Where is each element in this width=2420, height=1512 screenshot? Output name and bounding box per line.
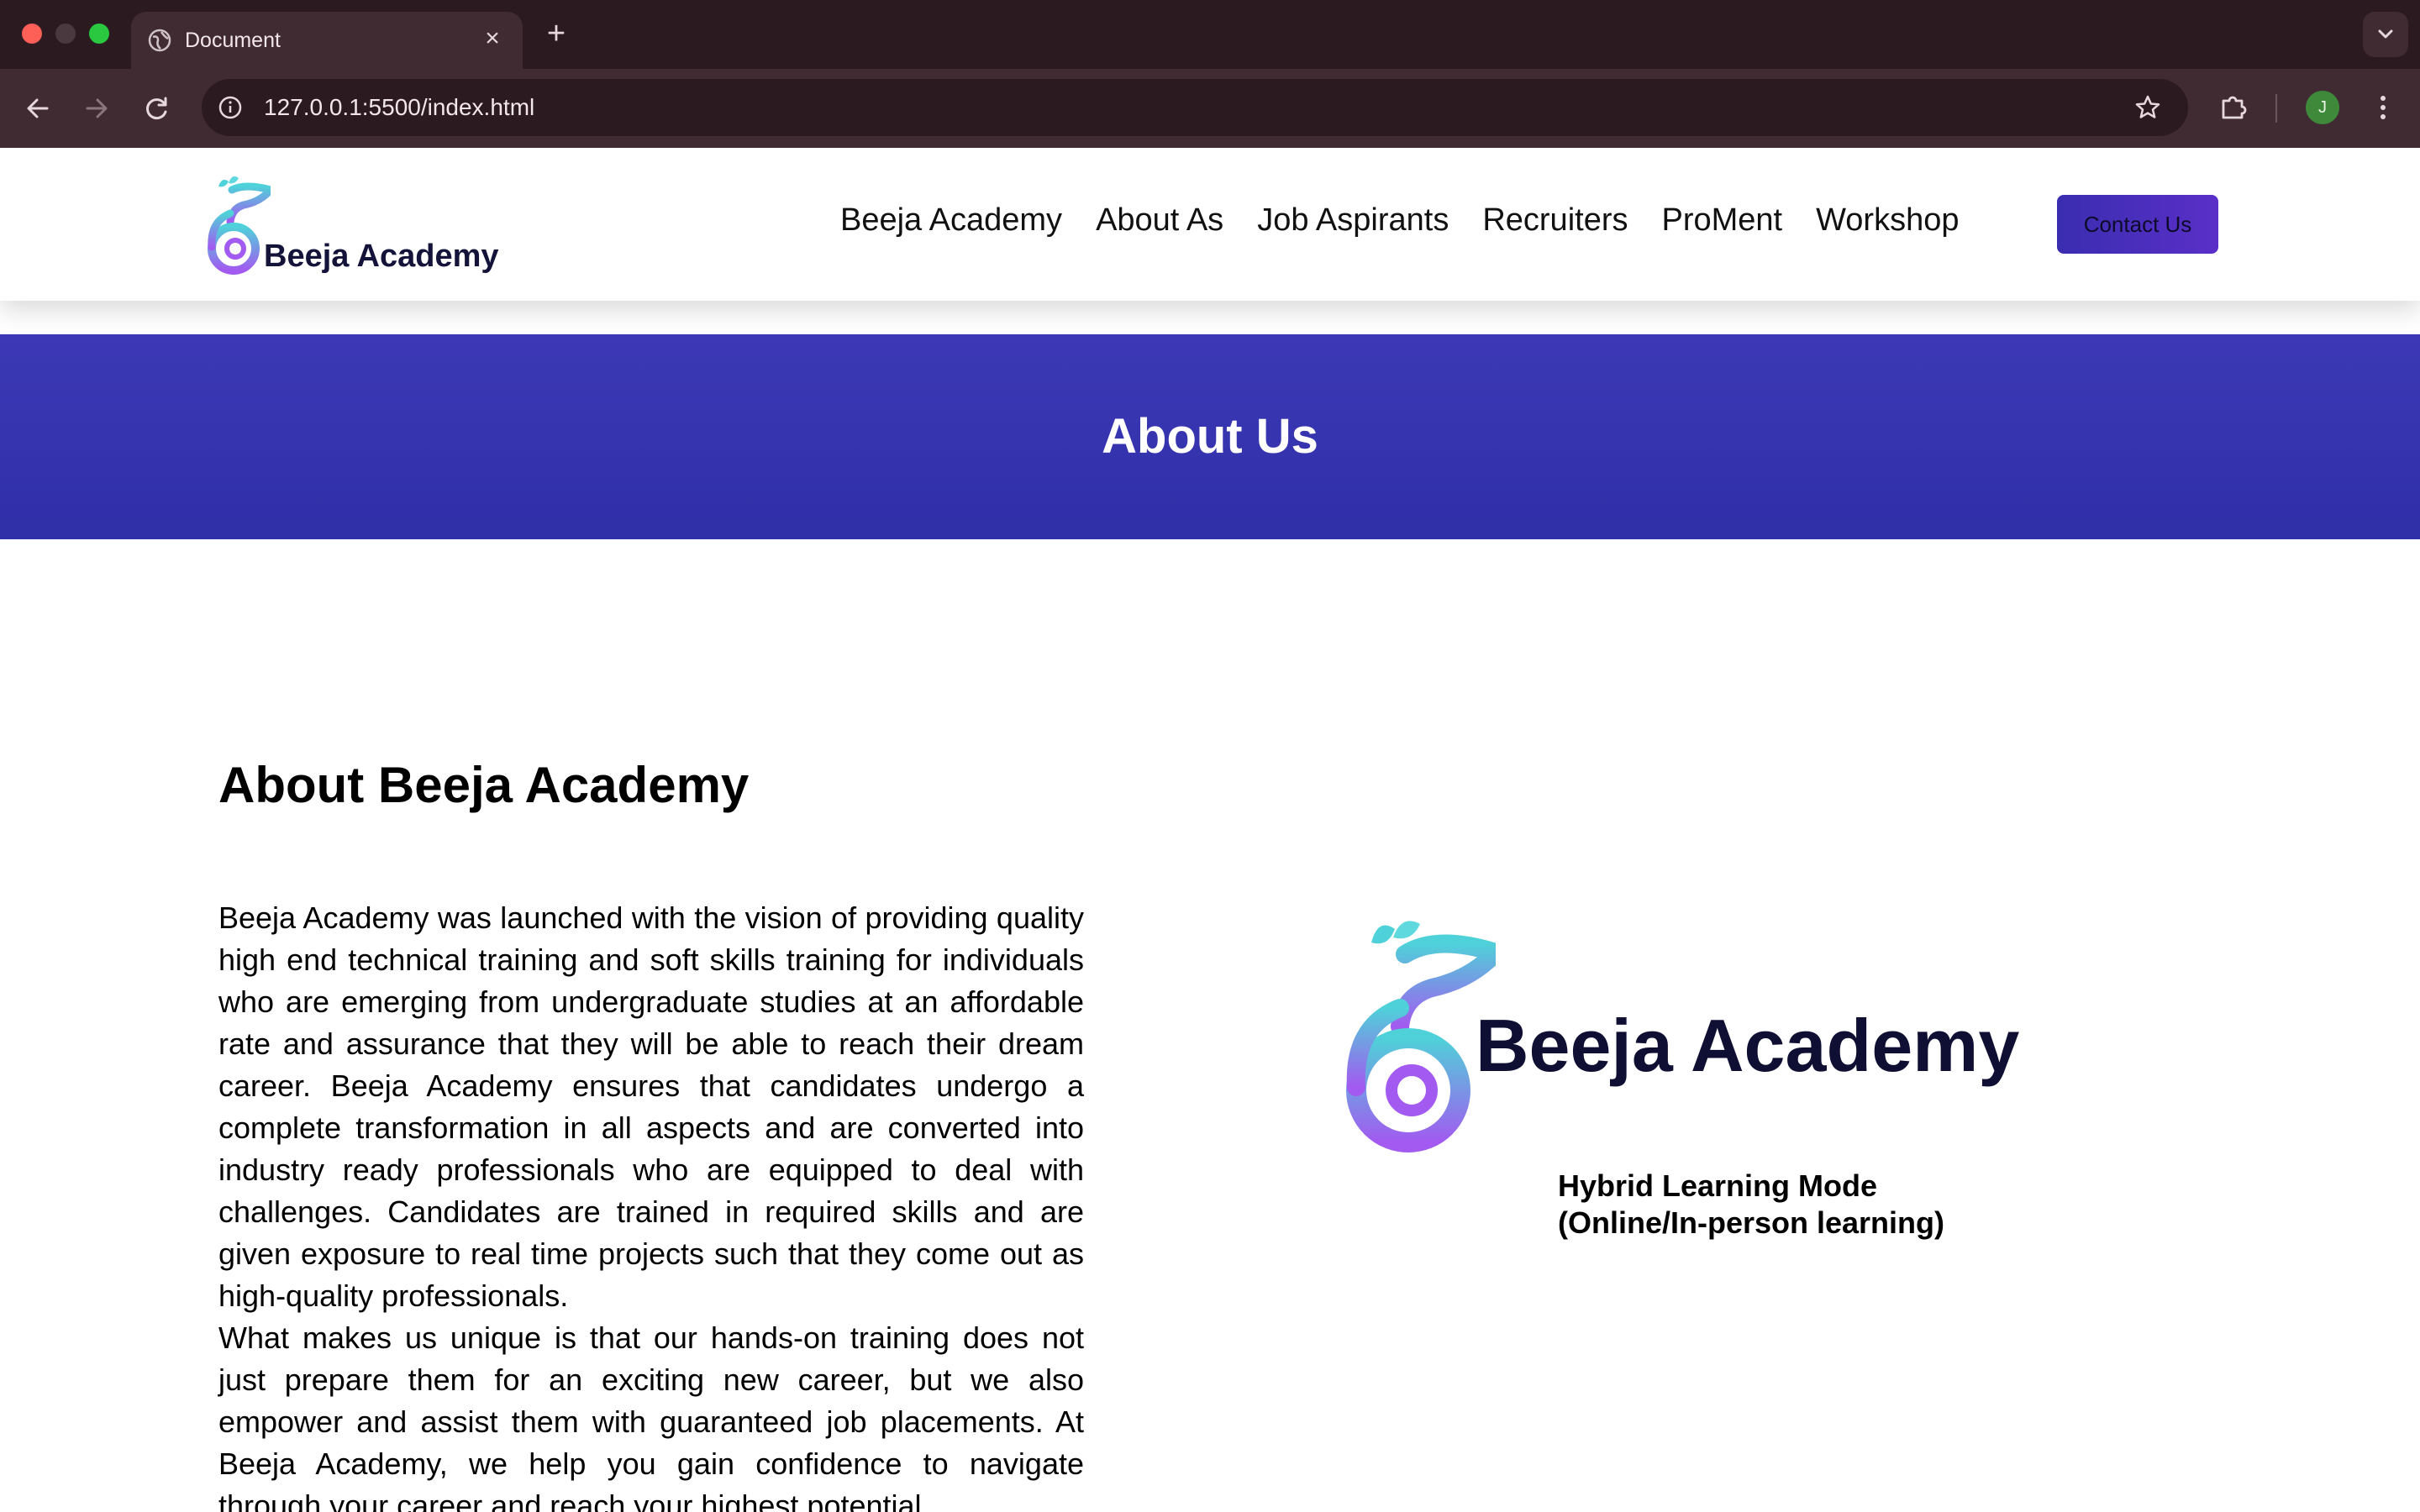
brand-logo-link[interactable]: Beeja Academy (207, 171, 509, 279)
academy-logo-large: Beeja Academy (1344, 909, 2067, 1161)
reload-icon[interactable] (136, 87, 178, 129)
browser-toolbar: 127.0.0.1:5500/index.html J (0, 69, 2420, 148)
hero-title: About Us (1102, 409, 1318, 464)
toolbar-divider (2275, 94, 2277, 123)
address-bar[interactable]: 127.0.0.1:5500/index.html (202, 79, 2188, 136)
nav-link-job-aspirants[interactable]: Job Aspirants (1257, 202, 1449, 239)
web-page: Beeja Academy Beeja Academy About As Job… (0, 148, 2420, 1512)
nav-link-recruiters[interactable]: Recruiters (1482, 202, 1628, 239)
site-header: Beeja Academy Beeja Academy About As Job… (0, 148, 2420, 301)
forward-arrow-icon[interactable] (76, 87, 118, 129)
academy-logo-name: Beeja Academy (1476, 1004, 2020, 1087)
url-text[interactable]: 127.0.0.1:5500/index.html (264, 94, 534, 121)
about-paragraph-2: What makes us unique is that our hands-o… (218, 1320, 1084, 1512)
more-menu-icon[interactable] (2368, 89, 2398, 126)
learning-mode-line-1: Hybrid Learning Mode (1558, 1168, 1878, 1203)
about-heading: About Beeja Academy (218, 757, 750, 813)
back-arrow-icon[interactable] (17, 87, 59, 129)
about-paragraph-1: Beeja Academy was launched with the visi… (218, 900, 1084, 1313)
profile-avatar[interactable]: J (2306, 91, 2339, 124)
brand-name: Beeja Academy (264, 239, 499, 274)
learning-mode-line-2: (Online/In-person learning) (1558, 1205, 1945, 1240)
browser-tab-bar: Document × + (0, 0, 2420, 69)
close-window-button[interactable] (22, 24, 42, 44)
hero-banner: About Us (0, 334, 2420, 539)
maximize-window-button[interactable] (89, 24, 109, 44)
browser-tab[interactable]: Document × (131, 12, 523, 69)
beeja-logo-large-icon (1346, 921, 1496, 1152)
chevron-down-icon (2378, 29, 2393, 39)
tab-close-icon[interactable]: × (477, 24, 508, 54)
contact-us-button[interactable]: Contact Us (2057, 195, 2218, 254)
new-tab-button[interactable]: + (538, 15, 575, 52)
about-section: About Beeja Academy Beeja Academy was la… (0, 539, 2420, 1512)
beeja-logo-icon (208, 176, 271, 275)
nav-link-proment[interactable]: ProMent (1661, 202, 1782, 239)
extensions-puzzle-icon[interactable] (2215, 89, 2252, 126)
bookmark-star-icon[interactable] (2131, 91, 2165, 124)
tab-title: Document (185, 29, 281, 52)
globe-icon (148, 29, 171, 52)
site-info-icon[interactable] (213, 91, 247, 124)
main-nav: Beeja Academy About As Job Aspirants Rec… (840, 195, 1992, 245)
about-body: Beeja Academy was launched with the visi… (218, 897, 1084, 1512)
nav-link-about[interactable]: About As (1096, 202, 1223, 239)
learning-mode-caption: Hybrid Learning Mode (Online/In-person l… (1558, 1168, 1944, 1242)
nav-link-beeja-academy[interactable]: Beeja Academy (840, 202, 1062, 239)
tab-search-button[interactable] (2363, 12, 2408, 57)
nav-link-workshop[interactable]: Workshop (1816, 202, 1959, 239)
minimize-window-button[interactable] (55, 24, 76, 44)
